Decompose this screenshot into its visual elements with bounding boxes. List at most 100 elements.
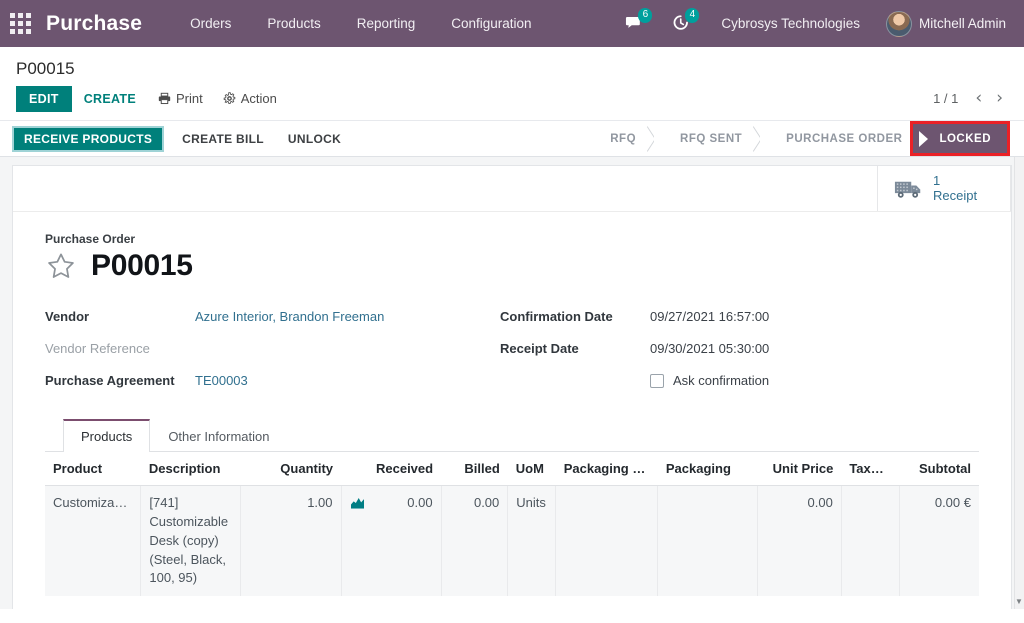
- stage-rfq-sent-label: RFQ SENT: [680, 133, 742, 145]
- col-description[interactable]: Description: [141, 452, 241, 486]
- tab-other-information[interactable]: Other Information: [150, 419, 287, 452]
- col-product[interactable]: Product: [45, 452, 141, 486]
- col-uom[interactable]: UoM: [508, 452, 556, 486]
- menu-item-reporting[interactable]: Reporting: [339, 10, 434, 37]
- stage-purchase-order-label: PURCHASE ORDER: [786, 133, 902, 145]
- action-label: Action: [241, 91, 277, 106]
- col-unit-price[interactable]: Unit Price: [758, 452, 841, 486]
- receive-products-button[interactable]: RECEIVE PRODUCTS: [12, 126, 164, 152]
- col-packaging[interactable]: Packaging: [658, 452, 758, 486]
- cell-billed[interactable]: 0.00: [441, 486, 508, 597]
- sheet-body: Purchase Order P00015 Vendor Azure Inter…: [13, 212, 1011, 596]
- field-receipt-date-value[interactable]: 09/30/2021 05:30:00: [650, 341, 769, 356]
- control-panel-buttons: EDIT CREATE Print Action 1 / 1 ‹ ›: [16, 85, 1008, 120]
- star-outline-icon[interactable]: [45, 251, 77, 282]
- pager: 1 / 1 ‹ ›: [933, 90, 1008, 107]
- receipt-count: 1: [933, 174, 977, 189]
- table-row[interactable]: Customizabl… [741] Customizable Desk (co…: [45, 486, 979, 597]
- cell-received[interactable]: 0.00: [341, 486, 441, 597]
- activities-button[interactable]: 4: [658, 0, 705, 47]
- field-purchase-agreement-label: Purchase Agreement: [45, 373, 195, 388]
- cell-description[interactable]: [741] Customizable Desk (copy) (Steel, B…: [141, 486, 241, 597]
- stat-button-box: 1 Receipt: [13, 166, 1011, 212]
- menu-item-orders[interactable]: Orders: [172, 10, 249, 37]
- menu-item-configuration[interactable]: Configuration: [433, 10, 549, 37]
- company-switcher[interactable]: Cybrosys Technologies: [705, 10, 876, 37]
- app-brand-purchase[interactable]: Purchase: [46, 12, 142, 36]
- field-vendor-value[interactable]: Azure Interior, Brandon Freeman: [195, 309, 384, 324]
- breadcrumb-row: P00015: [16, 57, 1008, 85]
- col-billed[interactable]: Billed: [441, 452, 508, 486]
- scroll-down-arrow[interactable]: ▼: [1015, 597, 1023, 607]
- unlock-button[interactable]: UNLOCK: [276, 127, 353, 151]
- cell-taxes[interactable]: [841, 486, 899, 597]
- cell-unit-price[interactable]: 0.00: [758, 486, 841, 597]
- printer-icon: [158, 92, 171, 105]
- print-button[interactable]: Print: [148, 85, 213, 112]
- create-bill-button[interactable]: CREATE BILL: [170, 127, 276, 151]
- menu-item-products[interactable]: Products: [249, 10, 338, 37]
- status-bar: RECEIVE PRODUCTS CREATE BILL UNLOCK RFQ …: [0, 121, 1024, 157]
- user-name-label: Mitchell Admin: [919, 16, 1006, 31]
- form-fields: Vendor Azure Interior, Brandon Freeman V…: [45, 309, 979, 405]
- field-confirmation-date: Confirmation Date 09/27/2021 16:57:00: [500, 309, 979, 327]
- pager-previous-button[interactable]: ‹: [970, 90, 987, 107]
- delivery-truck-icon: [894, 177, 924, 201]
- cell-packaging-quantity[interactable]: [556, 486, 658, 597]
- page-title-label: Purchase Order: [45, 232, 979, 246]
- apps-grid-icon[interactable]: [10, 13, 32, 35]
- field-vendor-label: Vendor: [45, 309, 195, 324]
- cell-product[interactable]: Customizabl…: [45, 486, 141, 597]
- field-ask-confirmation: Ask confirmation: [650, 373, 979, 388]
- status-pipeline: RFQ RFQ SENT PURCHASE ORDER LOCKED: [596, 121, 1024, 156]
- stage-purchase-order[interactable]: PURCHASE ORDER: [760, 121, 910, 156]
- form-column-right: Confirmation Date 09/27/2021 16:57:00 Re…: [500, 309, 979, 405]
- stage-rfq-sent[interactable]: RFQ SENT: [654, 121, 760, 156]
- form-view-area: 1 Receipt Purchase Order P00015 Vendor: [0, 157, 1024, 609]
- field-confirmation-date-value[interactable]: 09/27/2021 16:57:00: [650, 309, 769, 324]
- col-received[interactable]: Received: [341, 452, 441, 486]
- area-chart-icon[interactable]: [350, 496, 365, 509]
- field-purchase-agreement: Purchase Agreement TE00003: [45, 373, 500, 391]
- page-title-row: P00015: [45, 249, 979, 283]
- messages-button[interactable]: 6: [611, 0, 658, 47]
- cell-subtotal[interactable]: 0.00 €: [900, 486, 979, 597]
- cell-packaging[interactable]: [658, 486, 758, 597]
- action-button[interactable]: Action: [213, 85, 287, 112]
- notebook: Products Other Information Product Descr…: [45, 419, 979, 596]
- table-header-row: Product Description Quantity Received Bi…: [45, 452, 979, 486]
- stage-locked[interactable]: LOCKED: [910, 121, 1010, 156]
- field-purchase-agreement-value[interactable]: TE00003: [195, 373, 248, 388]
- field-confirmation-date-label: Confirmation Date: [500, 309, 650, 324]
- edit-button[interactable]: EDIT: [16, 86, 72, 112]
- create-button[interactable]: CREATE: [72, 86, 148, 112]
- receipt-stat-button[interactable]: 1 Receipt: [877, 166, 1011, 211]
- col-quantity[interactable]: Quantity: [241, 452, 341, 486]
- cell-received-value: 0.00: [407, 495, 432, 510]
- cell-quantity[interactable]: 1.00: [241, 486, 341, 597]
- pager-value: 1 / 1: [933, 91, 966, 106]
- receipt-stat-text: 1 Receipt: [933, 174, 977, 204]
- gear-icon: [223, 92, 236, 105]
- vertical-scrollbar[interactable]: ▲ ▼: [1014, 157, 1024, 609]
- breadcrumb[interactable]: P00015: [16, 57, 75, 85]
- col-taxes[interactable]: Tax…: [841, 452, 899, 486]
- page-title: P00015: [91, 249, 193, 283]
- field-vendor-reference: Vendor Reference: [45, 341, 500, 359]
- col-packaging-quantity[interactable]: Packaging …: [556, 452, 658, 486]
- ask-confirmation-checkbox[interactable]: [650, 374, 664, 388]
- activities-badge: 4: [685, 8, 699, 23]
- field-receipt-date: Receipt Date 09/30/2021 05:30:00: [500, 341, 979, 359]
- user-menu[interactable]: Mitchell Admin: [876, 11, 1010, 37]
- messages-badge: 6: [638, 8, 652, 23]
- stage-rfq[interactable]: RFQ: [596, 121, 654, 156]
- tab-products[interactable]: Products: [63, 419, 150, 452]
- top-navbar: Purchase Orders Products Reporting Confi…: [0, 0, 1024, 47]
- pager-next-button[interactable]: ›: [991, 90, 1008, 107]
- cell-uom[interactable]: Units: [508, 486, 556, 597]
- form-sheet: 1 Receipt Purchase Order P00015 Vendor: [12, 165, 1012, 609]
- order-lines-table: Product Description Quantity Received Bi…: [45, 452, 979, 596]
- col-subtotal[interactable]: Subtotal: [900, 452, 979, 486]
- ask-confirmation-label: Ask confirmation: [673, 373, 769, 388]
- control-panel: P00015 EDIT CREATE Print Action 1 / 1 ‹ …: [0, 47, 1024, 121]
